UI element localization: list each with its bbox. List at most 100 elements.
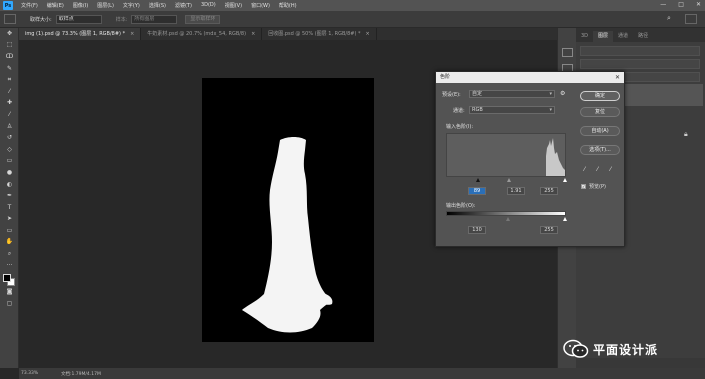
output-black-field[interactable]: 130 [468,226,486,234]
tools-panel: ✥ ⬚ ↀ ✎ ⌗ ⁄ ✚ ⁄ ♙ ↺ ◇ ▭ ● ◐ ✒ T ➤ ▭ ✋ ⌕ … [0,28,19,368]
menu-bar: Ps 文件(F) 编辑(E) 图像(I) 图层(L) 文字(Y) 选择(S) 滤… [0,0,705,11]
layer-filter-row[interactable] [580,46,700,56]
close-icon[interactable]: × [130,28,134,40]
clone-stamp-tool-icon[interactable]: ♙ [0,121,19,133]
input-gamma-slider[interactable] [507,178,511,182]
input-white-slider[interactable] [563,178,567,182]
history-brush-tool-icon[interactable]: ↺ [0,132,19,144]
close-window-button[interactable]: ✕ [696,1,701,8]
blend-mode-row[interactable] [580,59,700,69]
output-gradient [446,211,566,216]
zoom-level[interactable]: 73.33% [21,371,51,376]
tab-channels[interactable]: 通道 [613,31,633,42]
screen-mode-icon[interactable]: ▢ [0,298,19,310]
sample-select[interactable]: 所有图层 [131,14,178,24]
menu-edit[interactable]: 编辑(E) [47,2,64,9]
menu-filter[interactable]: 滤镜(T) [175,2,192,9]
properties-icon[interactable] [562,48,573,57]
quick-mask-icon[interactable]: ◙ [0,286,19,298]
preset-options-gear-icon[interactable]: ⚙ [560,90,565,97]
foreground-color-swatch[interactable] [3,274,11,282]
chevron-down-icon: ▾ [549,91,552,97]
blur-tool-icon[interactable]: ● [0,167,19,179]
document-canvas[interactable] [202,78,374,342]
dialog-titlebar[interactable]: 色阶 ✕ [436,72,624,83]
options-button[interactable]: 选项(T)... [580,145,620,155]
shape-tool-icon[interactable]: ▭ [0,225,19,237]
panel-bottom-bar [576,358,705,368]
menu-file[interactable]: 文件(F) [21,2,38,9]
output-black-slider[interactable] [506,217,510,221]
photoshop-logo[interactable]: Ps [3,1,13,10]
crop-tool-icon[interactable]: ⌗ [0,74,19,86]
input-white-field[interactable]: 255 [540,187,558,195]
gradient-tool-icon[interactable]: ▭ [0,156,19,168]
black-point-eyedropper-icon[interactable]: ⁄ [584,166,585,173]
dialog-title: 色阶 [440,74,451,80]
panel-tabs: 3D 图层 通道 路径 [576,28,705,42]
preset-select[interactable]: 自定 ▾ [469,90,555,98]
close-icon[interactable]: × [365,28,369,40]
hand-tool-icon[interactable]: ✋ [0,237,19,249]
pen-tool-icon[interactable]: ✒ [0,190,19,202]
close-icon[interactable]: × [251,28,255,40]
input-black-field[interactable]: 89 [468,187,486,195]
marquee-tool-icon[interactable]: ⬚ [0,40,19,52]
document-size-info[interactable]: 文档:1.79M/4.17M [61,371,101,377]
sample-size-label: 取样大小: [30,16,52,23]
more-tools-icon[interactable]: ··· [0,260,19,272]
output-white-slider[interactable] [563,217,567,221]
brush-tool-icon[interactable]: ⁄ [0,109,19,121]
menu-image[interactable]: 图像(I) [73,2,88,9]
eraser-tool-icon[interactable]: ◇ [0,144,19,156]
tab-3d[interactable]: 3D [576,31,593,42]
auto-button[interactable]: 自动(A) [580,126,620,136]
output-white-field[interactable]: 255 [540,226,558,234]
healing-brush-tool-icon[interactable]: ✚ [0,98,19,110]
sample-label: 样本: [115,16,128,23]
input-gamma-field[interactable]: 1.91 [507,187,525,195]
watermark: 平面设计派 [563,339,658,359]
path-select-tool-icon[interactable]: ➤ [0,214,19,226]
input-black-slider[interactable] [476,178,480,182]
status-bar: 73.33% 文档:1.79M/4.17M [19,368,705,379]
gray-point-eyedropper-icon[interactable]: ⁄ [597,166,598,173]
tab-layers[interactable]: 图层 [593,31,614,42]
tab-label: img (1).psd @ 73.3% (图层 1, RGB/8#) * [25,31,126,37]
white-point-eyedropper-icon[interactable]: ⁄ [610,166,611,173]
menu-view[interactable]: 视图(V) [225,2,242,9]
type-tool-icon[interactable]: T [0,202,19,214]
reset-button[interactable]: 复位 [580,107,620,117]
maximize-button[interactable]: □ [678,1,684,8]
menu-type[interactable]: 文字(Y) [123,2,140,9]
minimize-button[interactable]: — [660,1,666,8]
search-icon[interactable]: ⌕ [667,14,677,24]
window-controls: — □ ✕ [660,1,701,8]
close-icon[interactable]: ✕ [615,72,620,83]
eyedropper-tool-icon[interactable]: ⁄ [0,86,19,98]
tab-document-1[interactable]: img (1).psd @ 73.3% (图层 1, RGB/8#) * × [19,28,142,40]
move-tool-icon[interactable]: ✥ [0,28,19,40]
eyedropper-tool-preset-icon[interactable] [4,14,16,24]
show-sampling-ring-checkbox[interactable]: 显示取样环 [185,14,221,24]
preview-label: 预览(P) [589,184,606,190]
zoom-tool-icon[interactable]: ⌕ [0,248,19,260]
tab-document-3[interactable]: 回收图.psd @ 50% (图层 1, RGB/8#) * × [262,28,377,40]
dodge-tool-icon[interactable]: ◐ [0,179,19,191]
menu-layer[interactable]: 图层(L) [97,2,114,9]
preset-label: 预设(E): [442,92,461,98]
workspace-icon[interactable] [685,14,697,24]
tab-paths[interactable]: 路径 [633,31,653,42]
lasso-tool-icon[interactable]: ↀ [0,51,19,63]
menu-3d[interactable]: 3D(D) [201,2,216,9]
menu-select[interactable]: 选择(S) [149,2,166,9]
menu-window[interactable]: 窗口(W) [251,2,270,9]
channel-select[interactable]: RGB ▾ [469,106,555,114]
tab-label: 回收图.psd @ 50% (图层 1, RGB/8#) * [268,31,361,37]
menu-help[interactable]: 帮助(H) [279,2,297,9]
ok-button[interactable]: 确定 [580,91,620,101]
sample-size-select[interactable]: 取样点 [55,14,102,24]
quick-select-tool-icon[interactable]: ✎ [0,63,19,75]
preview-checkbox[interactable]: ✓ [581,184,586,189]
tab-document-2[interactable]: 牛奶素材.psd @ 20.7% (mdx_54, RGB/8) × [141,28,263,40]
